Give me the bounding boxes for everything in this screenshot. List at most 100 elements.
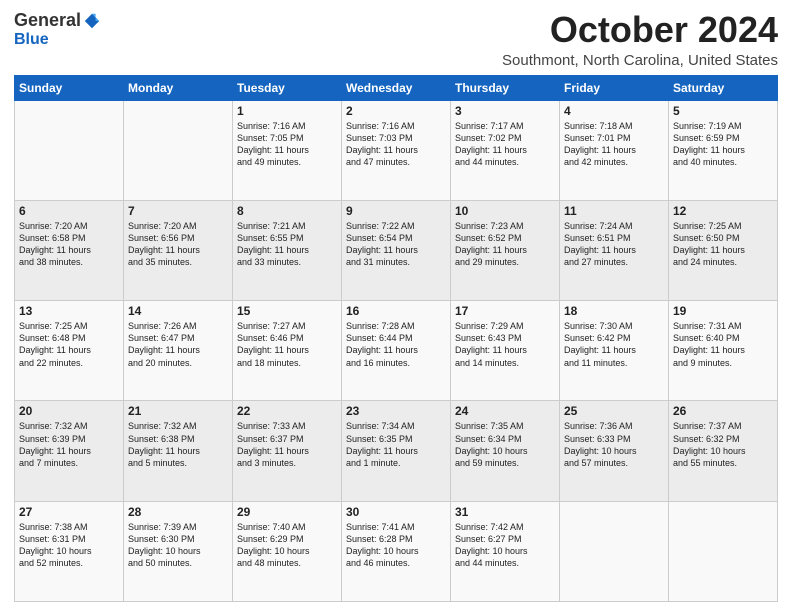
day-number: 14 [128,304,228,318]
day-number: 25 [564,404,664,418]
calendar-cell [124,100,233,200]
day-info: Sunrise: 7:36 AM Sunset: 6:33 PM Dayligh… [564,420,664,469]
day-header-saturday: Saturday [669,75,778,100]
calendar-cell: 18 Sunrise: 7:30 AM Sunset: 6:42 PM Dayli… [560,301,669,401]
day-number: 11 [564,204,664,218]
day-number: 1 [237,104,337,118]
day-info: Sunrise: 7:25 AM Sunset: 6:48 PM Dayligh… [19,320,119,369]
day-number: 5 [673,104,773,118]
calendar-cell [15,100,124,200]
day-info: Sunrise: 7:25 AM Sunset: 6:50 PM Dayligh… [673,220,773,269]
day-info: Sunrise: 7:41 AM Sunset: 6:28 PM Dayligh… [346,521,446,570]
day-info: Sunrise: 7:40 AM Sunset: 6:29 PM Dayligh… [237,521,337,570]
calendar-cell: 6Sunrise: 7:20 AM Sunset: 6:58 PM Daylig… [15,200,124,300]
calendar-cell: 28 Sunrise: 7:39 AM Sunset: 6:30 PM Dayli… [124,501,233,601]
calendar-cell: 10 Sunrise: 7:23 AM Sunset: 6:52 PM Dayli… [451,200,560,300]
day-number: 2 [346,104,446,118]
month-title: October 2024 [502,10,778,50]
day-number: 4 [564,104,664,118]
page: General Blue October 2024 Southmont, Nor… [0,0,792,612]
calendar-week-1: 1 Sunrise: 7:16 AM Sunset: 7:05 PM Daylig… [15,100,778,200]
calendar-cell: 19 Sunrise: 7:31 AM Sunset: 6:40 PM Dayli… [669,301,778,401]
calendar-cell: 26 Sunrise: 7:37 AM Sunset: 6:32 PM Dayli… [669,401,778,501]
day-info: Sunrise: 7:29 AM Sunset: 6:43 PM Dayligh… [455,320,555,369]
day-number: 6 [19,204,119,218]
day-info: Sunrise: 7:26 AM Sunset: 6:47 PM Dayligh… [128,320,228,369]
day-header-monday: Monday [124,75,233,100]
day-header-thursday: Thursday [451,75,560,100]
calendar-cell: 15 Sunrise: 7:27 AM Sunset: 6:46 PM Dayli… [233,301,342,401]
calendar-cell: 17 Sunrise: 7:29 AM Sunset: 6:43 PM Dayli… [451,301,560,401]
day-info: Sunrise: 7:31 AM Sunset: 6:40 PM Dayligh… [673,320,773,369]
day-info: Sunrise: 7:30 AM Sunset: 6:42 PM Dayligh… [564,320,664,369]
day-header-friday: Friday [560,75,669,100]
day-number: 13 [19,304,119,318]
day-number: 17 [455,304,555,318]
day-info: Sunrise: 7:32 AM Sunset: 6:38 PM Dayligh… [128,420,228,469]
day-number: 18 [564,304,664,318]
day-info: Sunrise: 7:34 AM Sunset: 6:35 PM Dayligh… [346,420,446,469]
day-info: Sunrise: 7:20 AM Sunset: 6:56 PM Dayligh… [128,220,228,269]
day-number: 30 [346,505,446,519]
day-info: Sunrise: 7:32 AM Sunset: 6:39 PM Dayligh… [19,420,119,469]
calendar-cell: 12 Sunrise: 7:25 AM Sunset: 6:50 PM Dayli… [669,200,778,300]
day-number: 9 [346,204,446,218]
calendar-cell: 4 Sunrise: 7:18 AM Sunset: 7:01 PM Daylig… [560,100,669,200]
title-block: October 2024 Southmont, North Carolina, … [502,10,778,69]
calendar-week-3: 13 Sunrise: 7:25 AM Sunset: 6:48 PM Dayli… [15,301,778,401]
day-info: Sunrise: 7:27 AM Sunset: 6:46 PM Dayligh… [237,320,337,369]
day-info: Sunrise: 7:16 AM Sunset: 7:05 PM Dayligh… [237,120,337,169]
calendar-cell: 16Sunrise: 7:28 AM Sunset: 6:44 PM Dayli… [342,301,451,401]
day-number: 12 [673,204,773,218]
logo-icon [83,12,101,30]
calendar-cell: 11 Sunrise: 7:24 AM Sunset: 6:51 PM Dayli… [560,200,669,300]
day-info: Sunrise: 7:16 AM Sunset: 7:03 PM Dayligh… [346,120,446,169]
day-number: 22 [237,404,337,418]
day-info: Sunrise: 7:33 AM Sunset: 6:37 PM Dayligh… [237,420,337,469]
calendar-cell: 2 Sunrise: 7:16 AM Sunset: 7:03 PM Daylig… [342,100,451,200]
calendar-cell: 23 Sunrise: 7:34 AM Sunset: 6:35 PM Dayli… [342,401,451,501]
day-info: Sunrise: 7:18 AM Sunset: 7:01 PM Dayligh… [564,120,664,169]
header: General Blue October 2024 Southmont, Nor… [14,10,778,69]
calendar-cell: 14 Sunrise: 7:26 AM Sunset: 6:47 PM Dayli… [124,301,233,401]
day-number: 8 [237,204,337,218]
day-number: 15 [237,304,337,318]
day-number: 23 [346,404,446,418]
day-number: 10 [455,204,555,218]
calendar-cell: 8 Sunrise: 7:21 AM Sunset: 6:55 PM Daylig… [233,200,342,300]
calendar-header-row: SundayMondayTuesdayWednesdayThursdayFrid… [15,75,778,100]
day-number: 28 [128,505,228,519]
calendar-cell: 31 Sunrise: 7:42 AM Sunset: 6:27 PM Dayli… [451,501,560,601]
logo-general-text: General [14,10,81,31]
day-info: Sunrise: 7:22 AM Sunset: 6:54 PM Dayligh… [346,220,446,269]
calendar-week-4: 20Sunrise: 7:32 AM Sunset: 6:39 PM Dayli… [15,401,778,501]
location-title: Southmont, North Carolina, United States [502,52,778,69]
day-header-sunday: Sunday [15,75,124,100]
calendar-cell: 9 Sunrise: 7:22 AM Sunset: 6:54 PM Daylig… [342,200,451,300]
day-number: 31 [455,505,555,519]
day-number: 7 [128,204,228,218]
day-info: Sunrise: 7:37 AM Sunset: 6:32 PM Dayligh… [673,420,773,469]
day-info: Sunrise: 7:24 AM Sunset: 6:51 PM Dayligh… [564,220,664,269]
calendar-cell [669,501,778,601]
calendar-cell: 30 Sunrise: 7:41 AM Sunset: 6:28 PM Dayli… [342,501,451,601]
calendar-cell: 25 Sunrise: 7:36 AM Sunset: 6:33 PM Dayli… [560,401,669,501]
calendar-cell: 13 Sunrise: 7:25 AM Sunset: 6:48 PM Dayli… [15,301,124,401]
day-number: 21 [128,404,228,418]
calendar-week-5: 27Sunrise: 7:38 AM Sunset: 6:31 PM Dayli… [15,501,778,601]
day-number: 24 [455,404,555,418]
calendar-cell: 24 Sunrise: 7:35 AM Sunset: 6:34 PM Dayli… [451,401,560,501]
day-number: 19 [673,304,773,318]
calendar: SundayMondayTuesdayWednesdayThursdayFrid… [14,75,778,602]
day-number: 29 [237,505,337,519]
calendar-cell: 27Sunrise: 7:38 AM Sunset: 6:31 PM Dayli… [15,501,124,601]
day-info: Sunrise: 7:23 AM Sunset: 6:52 PM Dayligh… [455,220,555,269]
day-header-tuesday: Tuesday [233,75,342,100]
day-number: 26 [673,404,773,418]
day-info: Sunrise: 7:42 AM Sunset: 6:27 PM Dayligh… [455,521,555,570]
day-info: Sunrise: 7:35 AM Sunset: 6:34 PM Dayligh… [455,420,555,469]
day-info: Sunrise: 7:21 AM Sunset: 6:55 PM Dayligh… [237,220,337,269]
day-info: Sunrise: 7:39 AM Sunset: 6:30 PM Dayligh… [128,521,228,570]
day-info: Sunrise: 7:28 AM Sunset: 6:44 PM Dayligh… [346,320,446,369]
day-info: Sunrise: 7:19 AM Sunset: 6:59 PM Dayligh… [673,120,773,169]
